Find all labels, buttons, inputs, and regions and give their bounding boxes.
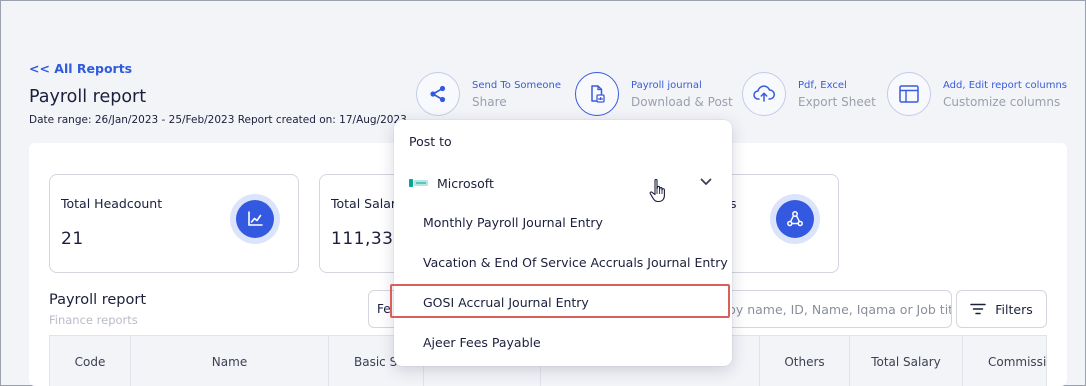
period-select-value: Fe	[377, 302, 391, 316]
dropdown-header: Post to	[409, 134, 452, 149]
stat-value: 21	[61, 229, 84, 249]
export-action-subtitle: Pdf, Excel	[798, 79, 847, 91]
provider-select[interactable]: Microsoft	[409, 172, 719, 194]
journal-icon	[575, 72, 619, 116]
search-input[interactable]	[701, 291, 951, 327]
column-header-commission[interactable]: Commissi	[963, 336, 1046, 386]
share-action-subtitle: Send To Someone	[472, 79, 562, 91]
stat-card-headcount: Total Headcount 21	[49, 174, 299, 273]
filter-icon	[970, 303, 986, 315]
hand-pointer-cursor-icon	[649, 179, 665, 203]
page-title: Payroll report	[29, 87, 147, 107]
provider-name: Microsoft	[437, 175, 494, 191]
payroll-journal-action-button[interactable]: Payroll journal Download & Post	[575, 70, 733, 118]
payroll-journal-subtitle: Payroll journal	[631, 79, 702, 91]
date-range-text: Date range: 26/Jan/2023 - 25/Feb/2023 Re…	[29, 114, 407, 126]
column-header-others[interactable]: Others	[760, 336, 850, 386]
column-header-code[interactable]: Code	[50, 336, 131, 386]
customize-columns-button[interactable]: Add, Edit report columns Customize colum…	[887, 70, 1067, 118]
report-section-subtitle: Finance reports	[49, 313, 138, 327]
export-action-label: Export Sheet	[798, 94, 876, 109]
stat-title: Total Salar	[331, 196, 397, 211]
menu-item-monthly-payroll[interactable]: Monthly Payroll Journal Entry	[423, 215, 603, 230]
payroll-journal-label: Download & Post	[631, 94, 733, 109]
search-box[interactable]	[700, 290, 952, 328]
column-header-total-salary[interactable]: Total Salary	[850, 336, 963, 386]
microsoft-logo-icon	[409, 179, 428, 187]
share-action-label: Share	[472, 94, 507, 109]
customize-columns-label: Customize columns	[943, 94, 1061, 109]
customize-columns-subtitle: Add, Edit report columns	[943, 79, 1068, 91]
share-action-button[interactable]: Send To Someone Share	[416, 70, 561, 118]
columns-icon	[887, 72, 931, 116]
cloud-upload-icon	[742, 72, 786, 116]
export-action-button[interactable]: Pdf, Excel Export Sheet	[742, 70, 876, 118]
stat-title: Total Headcount	[61, 196, 163, 211]
menu-item-ajeer-fees[interactable]: Ajeer Fees Payable	[423, 335, 541, 350]
filters-button[interactable]: Filters	[956, 290, 1047, 328]
report-section-title: Payroll report	[49, 292, 147, 308]
share-icon	[416, 72, 460, 116]
chevron-down-icon[interactable]	[699, 175, 713, 189]
post-to-dropdown: Post to Microsoft Monthly Payroll Journa…	[394, 120, 732, 366]
column-header-name[interactable]: Name	[131, 336, 329, 386]
org-chart-icon	[770, 194, 820, 244]
menu-item-gosi-accrual[interactable]: GOSI Accrual Journal Entry	[423, 295, 589, 310]
all-reports-link[interactable]: << All Reports	[29, 61, 132, 76]
filters-label: Filters	[995, 301, 1033, 317]
menu-item-vacation-eos-accruals[interactable]: Vacation & End Of Service Accruals Journ…	[423, 255, 728, 270]
trend-chart-icon	[230, 194, 280, 244]
